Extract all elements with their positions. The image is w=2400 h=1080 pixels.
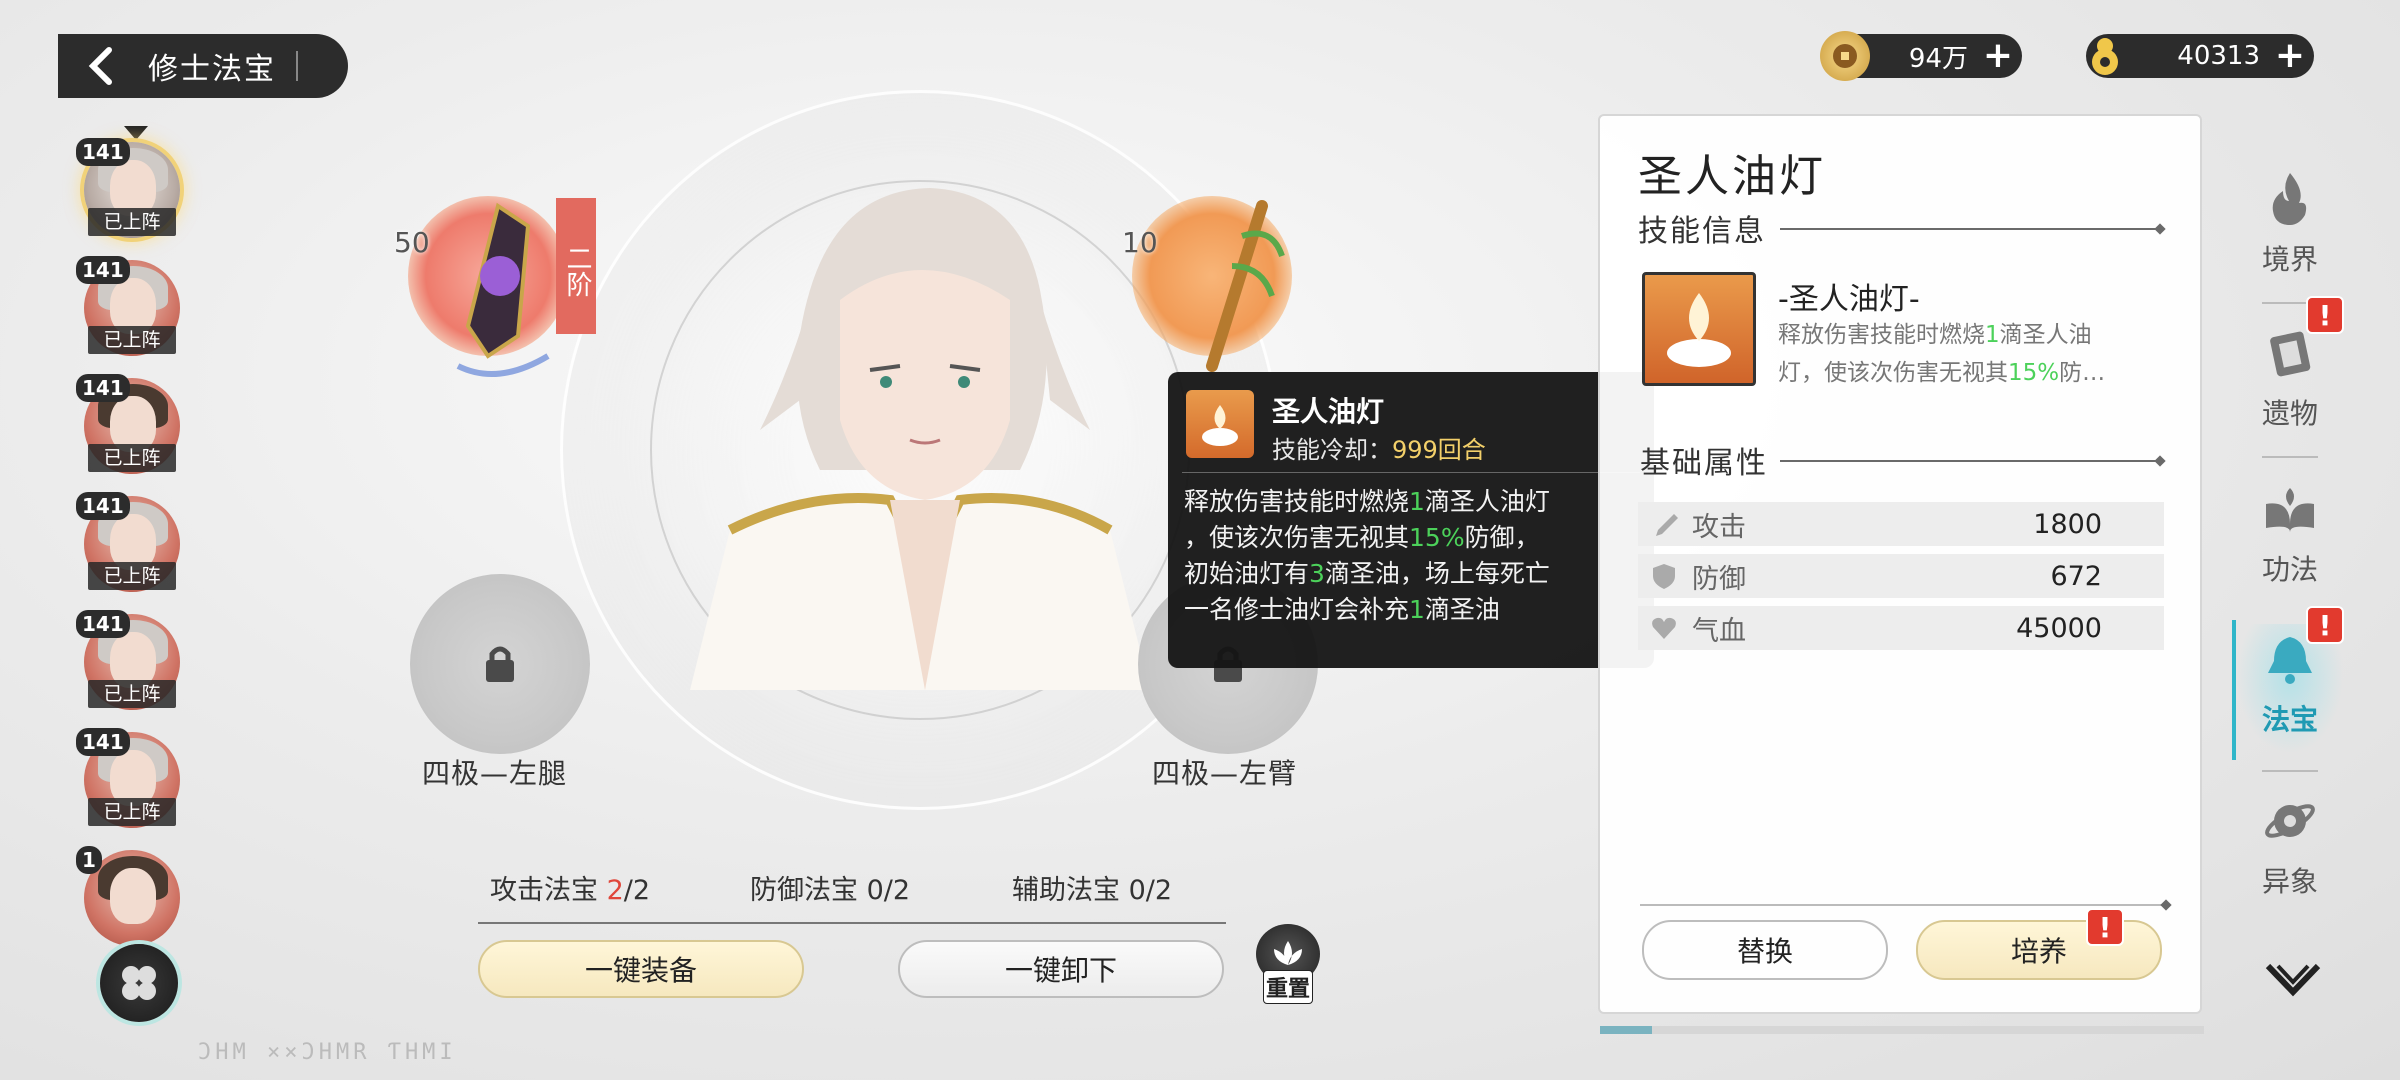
- counts-divider: [478, 922, 1226, 924]
- skill-icon: [1642, 272, 1756, 386]
- replace-button[interactable]: 替换: [1642, 920, 1888, 980]
- stat-row-hp: 气血 45000: [1638, 606, 2164, 650]
- staff-treasure-icon: [1206, 200, 1285, 372]
- level-badge: 141: [76, 138, 130, 166]
- roster-cultivator-2[interactable]: 141 已上阵: [76, 256, 184, 364]
- oil-lamp-icon: [1186, 390, 1254, 458]
- treasure-tooltip: 圣人油灯 技能冷却：999回合 释放伤害技能时燃烧1滴圣人油灯 ，使该次伤害无视…: [1168, 372, 1654, 668]
- slot-attack-2[interactable]: [1132, 196, 1292, 372]
- support-treasure-count[interactable]: 辅助法宝 0/2: [1012, 868, 1172, 907]
- chevron-down-icon: [2265, 963, 2321, 997]
- realm-flame-icon: [2255, 164, 2325, 234]
- sword-icon: [1644, 510, 1684, 538]
- roster-cultivator-3[interactable]: 141 已上阵: [76, 374, 184, 482]
- reset-label: 重置: [1262, 970, 1313, 1004]
- cultivator-portrait: [690, 170, 1150, 690]
- deployed-tag: 已上阵: [88, 326, 176, 354]
- section-divider: [1780, 228, 2160, 230]
- tooltip-divider: [1182, 472, 1640, 473]
- title-divider: [296, 51, 298, 81]
- anomaly-orb-icon: [2255, 786, 2325, 856]
- grade-badge: 二阶: [556, 198, 596, 334]
- level-badge: 141: [76, 374, 130, 402]
- reset-button[interactable]: 重置: [1256, 924, 1320, 1008]
- level-badge: 141: [76, 610, 130, 638]
- level-badge: 141: [76, 256, 130, 284]
- nav-technique[interactable]: 功法: [2236, 474, 2344, 604]
- stat-row-attack: 攻击 1800: [1638, 502, 2164, 546]
- footer-decoration: ƆHM ××ƆHMR ƬHMI: [198, 1040, 457, 1065]
- treasure-name: 圣人油灯: [1638, 151, 1826, 202]
- roster-cultivator-5[interactable]: 141 已上阵: [76, 610, 184, 718]
- add-spirit-button[interactable]: +: [2272, 38, 2308, 74]
- coin-icon: [1820, 31, 1870, 81]
- level-badge: 141: [76, 492, 130, 520]
- roster-cultivator-1[interactable]: 141 已上阵: [76, 138, 184, 246]
- nav-realm[interactable]: 境界: [2236, 164, 2344, 294]
- panel-scrollbar[interactable]: [1600, 1026, 2204, 1034]
- slot-level: 50: [394, 226, 430, 259]
- tooltip-description: 释放伤害技能时燃烧1滴圣人油灯 ，使该次伤害无视其15%防御， 初始油灯有3滴圣…: [1184, 487, 1550, 624]
- train-button[interactable]: 培养: [1916, 920, 2162, 980]
- page-header: 修士法宝: [58, 34, 348, 98]
- roster-cultivator-7[interactable]: 1: [76, 846, 184, 946]
- shield-icon: [1644, 562, 1684, 590]
- deployed-tag: 已上阵: [88, 444, 176, 472]
- roster-cultivator-4[interactable]: 141 已上阵: [76, 492, 184, 600]
- nav-divider: [2262, 770, 2318, 772]
- coin-value: 94万: [1908, 43, 1968, 74]
- skill-name: -圣人油灯-: [1778, 282, 1920, 317]
- spirit-value: 40313: [2177, 41, 2260, 71]
- equip-all-button[interactable]: 一键装备: [478, 940, 804, 998]
- back-button[interactable]: [76, 42, 124, 90]
- skill-description: 释放伤害技能时燃烧1滴圣人油 灯，使该次伤害无视其15%防…: [1778, 322, 2106, 386]
- deployed-tag: 已上阵: [88, 208, 176, 236]
- treasure-detail-panel: 圣人油灯 技能信息 -圣人油灯- 释放伤害技能时燃烧1滴圣人油 灯，使该次伤害无…: [1598, 114, 2204, 1034]
- unequip-all-button[interactable]: 一键卸下: [898, 940, 1224, 998]
- nav-scroll-down-button[interactable]: [2264, 960, 2322, 1004]
- nav-relic[interactable]: 遗物: [2236, 318, 2344, 448]
- attack-treasure-count[interactable]: 攻击法宝 2/2: [490, 868, 650, 907]
- train-alert-badge: !: [2086, 908, 2124, 946]
- spirit-gourd-icon: [2080, 31, 2130, 81]
- chevron-left-icon: [88, 47, 112, 85]
- slot-label: 四极—左腿: [422, 757, 568, 790]
- buttons-divider: [1640, 904, 2166, 906]
- tooltip-cooldown: 技能冷却：999回合: [1272, 436, 1486, 464]
- roster-cultivator-6[interactable]: 141 已上阵: [76, 728, 184, 836]
- attr-section-title: 基础属性: [1640, 446, 1768, 481]
- deployed-tag: 已上阵: [88, 798, 176, 826]
- section-divider: [1780, 460, 2160, 462]
- technique-book-icon: [2255, 474, 2325, 544]
- page-title: 修士法宝: [148, 52, 276, 87]
- add-coin-button[interactable]: +: [1980, 38, 2016, 74]
- relic-alert-badge: !: [2306, 296, 2344, 334]
- defense-treasure-count[interactable]: 防御法宝 0/2: [750, 868, 910, 907]
- clover-menu-icon: [122, 966, 156, 1000]
- deployed-tag: 已上阵: [88, 562, 176, 590]
- slot-level: 10: [1122, 226, 1158, 259]
- menu-button[interactable]: [100, 944, 178, 1022]
- nav-divider: [2262, 456, 2318, 458]
- stat-row-defense: 防御 672: [1638, 554, 2164, 598]
- heart-icon: [1644, 614, 1684, 642]
- lock-icon: [486, 646, 514, 682]
- skill-section-title: 技能信息: [1638, 214, 1766, 249]
- level-badge: 141: [76, 728, 130, 756]
- spirit-counter: 40313 +: [2086, 34, 2314, 78]
- slot-label: 四极—左臂: [1152, 757, 1298, 790]
- nav-anomaly[interactable]: 异象: [2236, 786, 2344, 916]
- tooltip-title: 圣人油灯: [1272, 395, 1385, 428]
- treasure-alert-badge: !: [2306, 606, 2344, 644]
- slot-attack-1[interactable]: [408, 196, 568, 377]
- deployed-tag: 已上阵: [88, 680, 176, 708]
- level-badge: 1: [76, 846, 102, 874]
- slot-left-leg[interactable]: [410, 574, 590, 754]
- coin-counter: 94万 +: [1820, 31, 2022, 81]
